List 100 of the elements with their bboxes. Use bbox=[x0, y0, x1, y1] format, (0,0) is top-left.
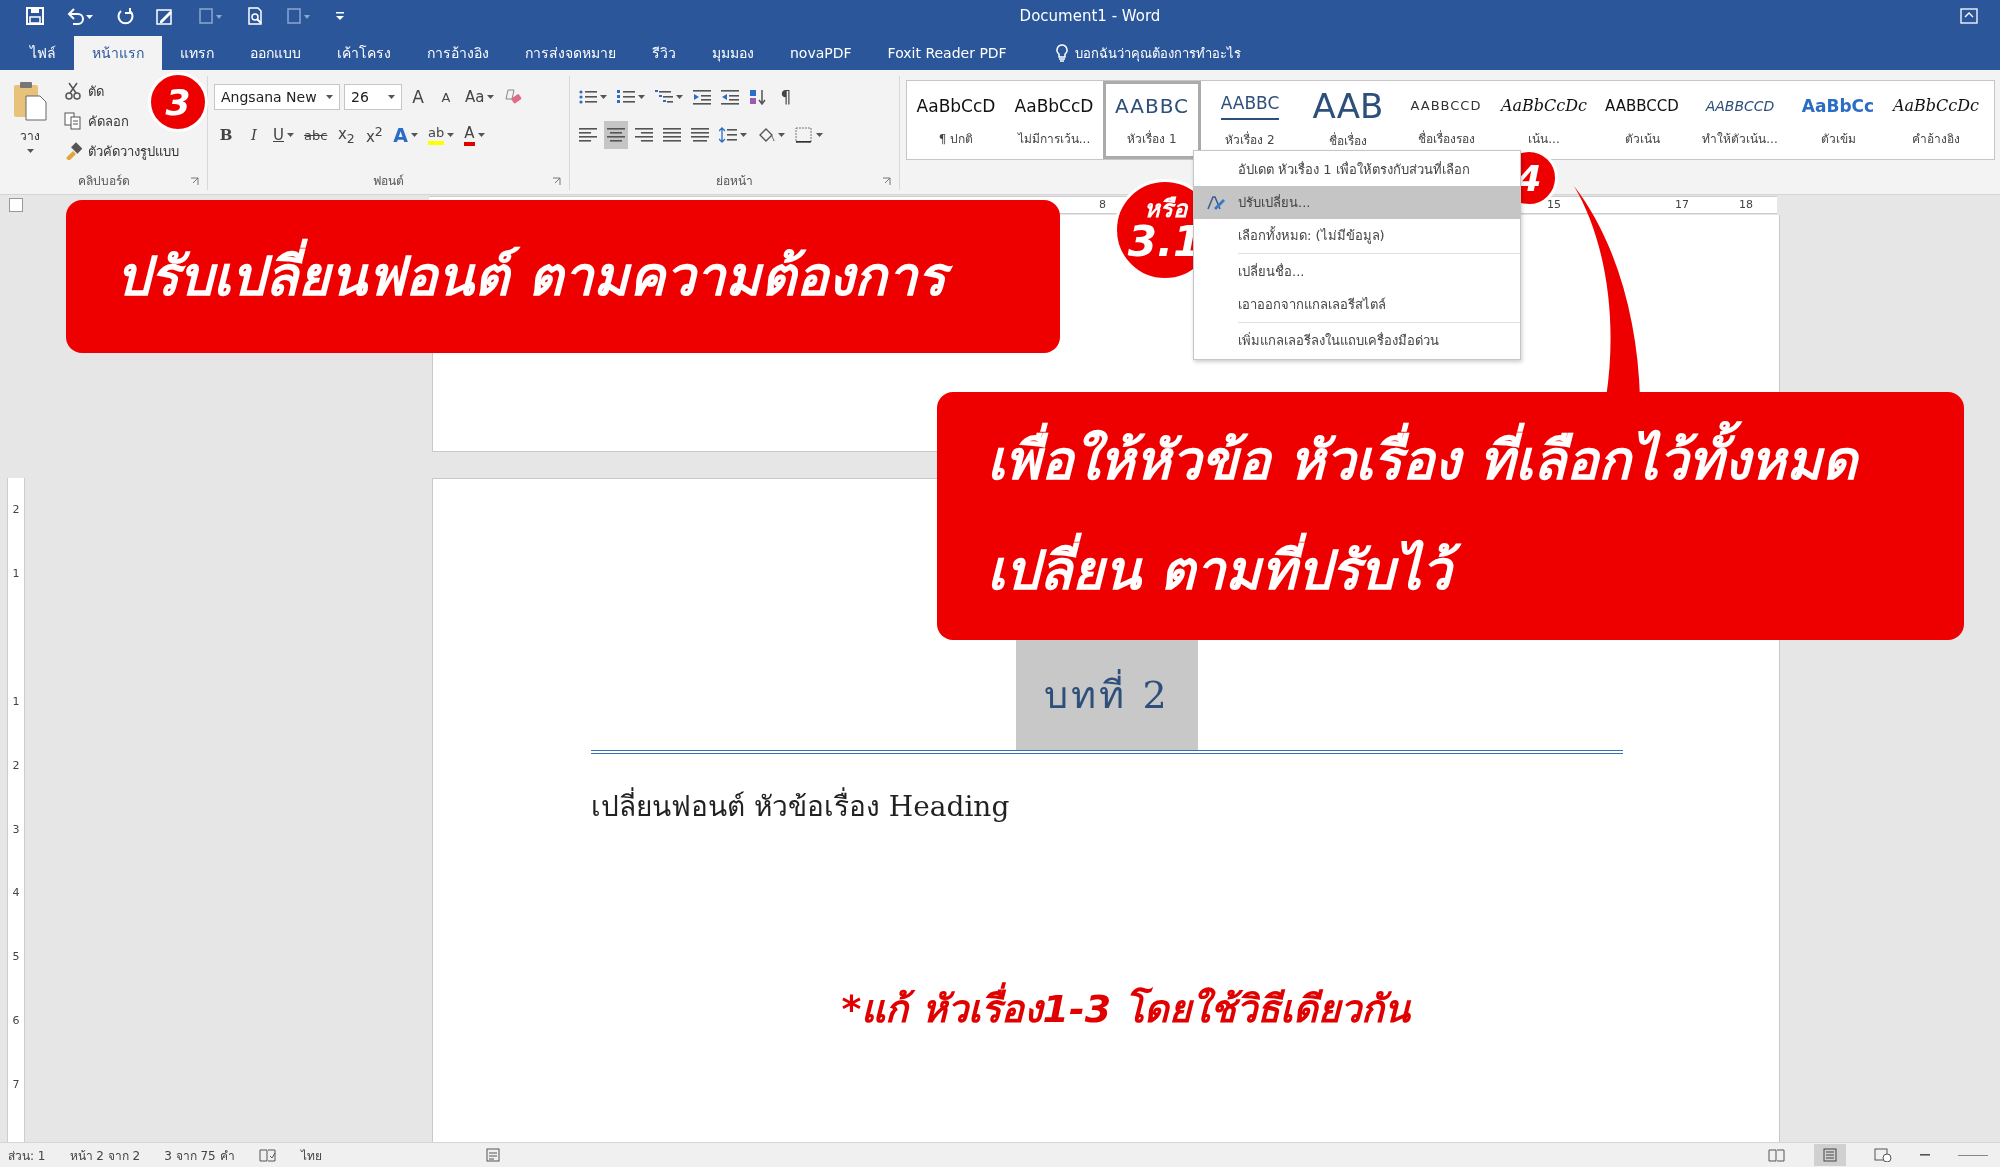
section-status[interactable]: ส่วน: 1 bbox=[8, 1145, 46, 1165]
callout-text: ปรับเปลี่ยนฟอนต์ ตามความต้องการ bbox=[110, 221, 966, 332]
caret-icon[interactable] bbox=[638, 95, 645, 99]
group-label: ฟอนต์ bbox=[373, 172, 404, 190]
ribbon-tab[interactable]: ไฟล์ bbox=[12, 36, 74, 70]
style-item[interactable]: AABBCCD ตัวเน้น bbox=[1593, 81, 1691, 159]
clipboard-icon bbox=[12, 80, 48, 122]
print-preview-icon[interactable] bbox=[246, 7, 264, 25]
vertical-ruler: 2 1 1 2 3 4 5 6 7 bbox=[7, 478, 25, 1142]
show-formatting-button[interactable]: ¶ bbox=[774, 83, 798, 111]
redo-icon[interactable] bbox=[116, 7, 134, 25]
text-effects-button[interactable]: A bbox=[390, 121, 422, 149]
change-case-button[interactable]: Aa bbox=[462, 83, 498, 111]
word-count-status[interactable]: 3 จาก 75 คำ bbox=[164, 1145, 235, 1165]
caret-icon[interactable] bbox=[816, 133, 823, 137]
read-mode-icon[interactable] bbox=[1768, 1148, 1786, 1162]
bold-button[interactable]: B bbox=[214, 121, 238, 149]
caret-icon[interactable] bbox=[447, 133, 455, 137]
ribbon-tab[interactable]: หน้าแรก bbox=[74, 36, 162, 70]
style-item[interactable]: AaBbCcD ไม่มีการเว้น... bbox=[1005, 81, 1103, 159]
align-left-icon bbox=[579, 127, 597, 143]
menu-item[interactable]: เพิ่มแกลเลอรีลงในแถบเครื่องมือด่วน bbox=[1194, 324, 1520, 357]
superscript-button[interactable]: x$^{2}$ bbox=[362, 121, 387, 149]
web-layout-icon[interactable] bbox=[1874, 1148, 1892, 1162]
clipboard-button[interactable]: ตัวคัดวางรูปแบบ bbox=[60, 138, 183, 164]
ribbon-tab[interactable]: Foxit Reader PDF bbox=[869, 36, 1025, 70]
tab-selector-button[interactable] bbox=[9, 198, 23, 212]
ribbon-tab[interactable]: การอ้างอิง bbox=[409, 36, 507, 70]
ribbon-tab[interactable]: ออกแบบ bbox=[232, 36, 319, 70]
document-icon[interactable] bbox=[286, 7, 312, 25]
ribbon-tab[interactable]: novaPDF bbox=[772, 36, 870, 70]
clipboard-button[interactable]: ตัด bbox=[60, 78, 108, 104]
ribbon-display-icon[interactable] bbox=[1960, 8, 1978, 24]
caret-icon[interactable] bbox=[676, 95, 683, 99]
caret-icon[interactable] bbox=[477, 133, 485, 137]
style-item[interactable]: AABBC หัวเรื่อง 1 bbox=[1103, 81, 1201, 159]
ribbon-tab[interactable]: เค้าโครง bbox=[319, 36, 409, 70]
caret-icon[interactable] bbox=[411, 133, 419, 137]
print-layout-icon bbox=[1822, 1148, 1838, 1162]
ribbon-tab[interactable]: มุมมอง bbox=[694, 36, 772, 70]
ribbon-tab[interactable]: แทรก bbox=[162, 36, 232, 70]
window-title: Document1 - Word bbox=[1018, 7, 1161, 25]
style-modify-icon bbox=[1206, 194, 1226, 211]
align-center-icon bbox=[607, 127, 625, 143]
grow-font-button[interactable]: A bbox=[406, 83, 430, 111]
shading-icon bbox=[757, 127, 775, 143]
body-text: เปลี่ยนฟอนต์ หัวข้อเรื่อง Heading bbox=[591, 784, 1779, 828]
caret-icon[interactable] bbox=[778, 133, 785, 137]
menu-item[interactable]: เอาออกจากแกลเลอรีสไตล์ bbox=[1194, 288, 1520, 321]
subscript-button[interactable]: x$_{2}$ bbox=[334, 121, 359, 149]
save-icon[interactable] bbox=[26, 7, 44, 25]
decrease-indent-icon bbox=[693, 89, 711, 105]
sort-icon bbox=[749, 89, 767, 105]
lightbulb-icon bbox=[1054, 44, 1069, 62]
strikethrough-button[interactable]: abc bbox=[301, 121, 331, 149]
numbering-icon bbox=[617, 89, 635, 105]
align-right-icon bbox=[635, 127, 653, 143]
font-size-field[interactable]: 26 bbox=[344, 84, 402, 110]
caret-icon[interactable] bbox=[26, 149, 34, 153]
clipboard-button[interactable]: คัดลอก bbox=[60, 108, 133, 134]
font-color-button[interactable]: A bbox=[461, 121, 488, 149]
align-justify-icon bbox=[663, 127, 681, 143]
proofing-book-icon[interactable] bbox=[258, 1148, 277, 1162]
style-item[interactable]: AaBbCcDc คำอ้างอิง bbox=[1887, 81, 1985, 159]
page-status[interactable]: หน้า 2 จาก 2 bbox=[69, 1145, 141, 1165]
caret-icon[interactable] bbox=[326, 95, 333, 99]
borders-icon bbox=[795, 127, 813, 143]
group-label: คลิปบอร์ด bbox=[77, 172, 130, 190]
callout-text: เพื่อให้หัวข้อ หัวเรื่อง ที่เลือกไว้ทั้งหมด เปลี่ยน ตามที่ปรับไว้ bbox=[981, 406, 1877, 626]
line-spacing-icon bbox=[719, 127, 737, 143]
customize-toolbar-icon[interactable] bbox=[334, 10, 346, 22]
caret-icon[interactable] bbox=[740, 133, 747, 137]
tell-me-field[interactable]: บอกฉันว่าคุณต้องการทำอะไร bbox=[1048, 36, 1247, 70]
dialog-launcher-icon[interactable] bbox=[190, 177, 199, 186]
style-item[interactable]: AaBbCc ตัวเข้ม bbox=[1789, 81, 1887, 159]
increase-indent-icon bbox=[721, 89, 739, 105]
caret-icon[interactable] bbox=[388, 95, 395, 99]
align-center-button[interactable] bbox=[604, 121, 628, 149]
menu-item[interactable]: ปรับเปลี่ยน... bbox=[1194, 186, 1520, 219]
group-label: ย่อหน้า bbox=[716, 172, 753, 190]
document-icon[interactable] bbox=[198, 7, 224, 25]
style-item[interactable]: AABBCCD ทำให้ตัวเน้น... bbox=[1691, 81, 1789, 159]
paintbrush-icon bbox=[64, 142, 82, 160]
caret-icon[interactable] bbox=[487, 95, 495, 99]
align-distributed-icon bbox=[691, 127, 709, 143]
font-name-field[interactable]: Angsana New bbox=[214, 84, 340, 110]
dialog-launcher-icon[interactable] bbox=[552, 177, 561, 186]
style-item[interactable]: AaBbCcD ¶ ปกติ bbox=[907, 81, 1005, 159]
undo-icon[interactable] bbox=[66, 7, 94, 25]
caret-icon[interactable] bbox=[287, 133, 294, 137]
language-status[interactable]: ไทย bbox=[300, 1145, 322, 1165]
ribbon-tab[interactable]: การส่งจดหมาย bbox=[507, 36, 634, 70]
highlight-button[interactable]: ab bbox=[425, 121, 458, 149]
ribbon-tab[interactable]: รีวิว bbox=[634, 36, 694, 70]
italic-button[interactable]: I bbox=[242, 121, 266, 149]
caret-icon[interactable] bbox=[600, 95, 607, 99]
paste-button[interactable]: วาง bbox=[6, 76, 54, 170]
dialog-launcher-icon[interactable] bbox=[882, 177, 891, 186]
shrink-font-button[interactable]: A bbox=[434, 83, 458, 111]
underline-button[interactable]: U bbox=[270, 121, 297, 149]
